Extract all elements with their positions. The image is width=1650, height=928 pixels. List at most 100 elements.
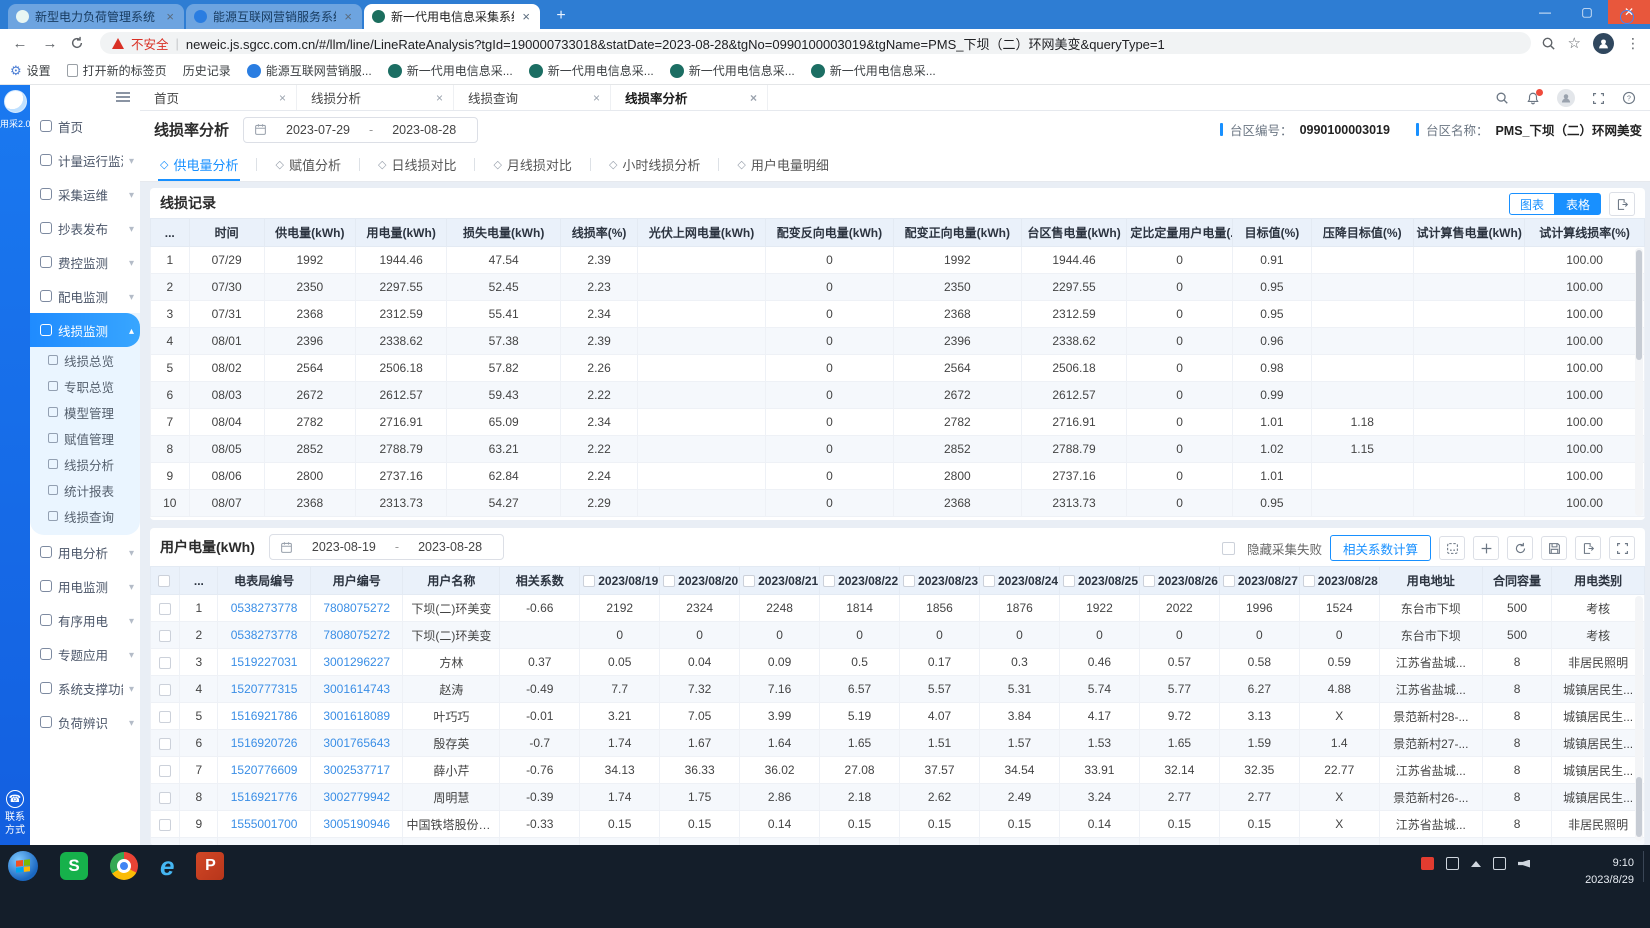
browser-tab-1[interactable]: 新型电力负荷管理系统 × — [8, 4, 184, 29]
fullscreen-icon[interactable] — [1592, 92, 1605, 105]
workspace-tab-home[interactable]: 首页× — [140, 85, 297, 110]
ie-taskbar-icon[interactable]: e — [160, 852, 174, 880]
row-checkbox[interactable] — [159, 630, 171, 642]
row-checkbox[interactable] — [159, 738, 171, 750]
scrollbar-thumb[interactable] — [1636, 777, 1642, 837]
subtab-monthly-loss[interactable]: ◇月线损对比 — [489, 148, 575, 181]
sidebar-item-fee-control[interactable]: 费控监测 — [30, 245, 140, 279]
cell-link[interactable]: 3005190946 — [310, 811, 403, 838]
bookmark-eic-1[interactable]: 新一代用电信息采... — [388, 62, 513, 79]
chrome-taskbar-icon[interactable] — [110, 852, 138, 880]
back-icon[interactable]: ← — [10, 35, 30, 52]
url-field[interactable]: 不安全 | neweic.js.sgcc.com.cn/#/llm/line/L… — [100, 32, 1531, 54]
sidebar-item-loss-query[interactable]: 线损查询 — [30, 503, 140, 529]
search-icon[interactable] — [1495, 91, 1509, 105]
browser-tab-2[interactable]: 能源互联网营销服务系统 × — [186, 4, 362, 29]
bookmark-eic-3[interactable]: 新一代用电信息采... — [670, 62, 795, 79]
workspace-tab-loss-rate[interactable]: 线损率分析× — [611, 85, 768, 110]
bookmark-eic-2[interactable]: 新一代用电信息采... — [529, 62, 654, 79]
date-column-checkbox[interactable] — [663, 575, 675, 587]
sidebar-item-model-mgmt[interactable]: 模型管理 — [30, 399, 140, 425]
contact-block[interactable]: ☎ 联系方式 — [0, 790, 30, 837]
scrollbar[interactable] — [1635, 248, 1643, 516]
column-settings-icon[interactable] — [1439, 536, 1465, 560]
scrollbar-thumb[interactable] — [1636, 250, 1642, 360]
cell-link[interactable]: 3001614743 — [310, 676, 403, 703]
row-checkbox[interactable] — [159, 657, 171, 669]
browser-tab-3[interactable]: 新一代用电信息采集系统 × — [364, 4, 540, 29]
sidebar-item-loss-analysis[interactable]: 线损分析 — [30, 451, 140, 477]
insecure-label[interactable]: 不安全 — [131, 34, 169, 53]
bookmark-settings[interactable]: ⚙设置 — [10, 62, 51, 79]
zoom-icon[interactable] — [1541, 36, 1556, 51]
end-date-value[interactable]: 2023-08-28 — [407, 540, 493, 554]
notifications-bell-icon[interactable] — [1526, 91, 1540, 106]
taskbar-clock[interactable]: 9:10 2023/8/29 — [1585, 855, 1634, 888]
sidebar-item-loss-overview[interactable]: 线损总览 — [30, 347, 140, 373]
date-column-checkbox[interactable] — [1063, 575, 1075, 587]
add-icon[interactable] — [1473, 536, 1499, 560]
export-icon[interactable] — [1609, 192, 1635, 216]
wps-taskbar-icon[interactable]: S — [60, 852, 88, 880]
url-text[interactable]: neweic.js.sgcc.com.cn/#/llm/line/LineRat… — [186, 34, 1165, 53]
sidebar-item-orderly-usage[interactable]: 有序用电 — [30, 603, 140, 637]
collapse-sidebar-icon[interactable] — [116, 92, 130, 102]
date-column-checkbox[interactable] — [1223, 575, 1235, 587]
tab-close-icon[interactable]: × — [342, 9, 354, 24]
loss-date-range-picker[interactable]: 2023-07-29 - 2023-08-28 — [243, 117, 478, 143]
sidebar-item-meter-reading[interactable]: 抄表发布 — [30, 211, 140, 245]
refresh-icon[interactable] — [70, 36, 90, 50]
sidebar-item-value-mgmt[interactable]: 赋值管理 — [30, 425, 140, 451]
bookmark-eic-4[interactable]: 新一代用电信息采... — [811, 62, 936, 79]
powerpoint-taskbar-icon[interactable]: P — [196, 852, 224, 880]
new-tab-button[interactable]: + — [548, 5, 574, 27]
sidebar-item-usage-monitor[interactable]: 用电监测 — [30, 569, 140, 603]
help-icon[interactable]: ? — [1622, 91, 1636, 105]
correlation-calc-button[interactable]: 相关系数计算 — [1330, 535, 1431, 561]
tab-close-icon[interactable]: × — [750, 91, 757, 105]
tab-close-icon[interactable]: × — [279, 91, 286, 105]
cell-link[interactable]: 7808075272 — [310, 622, 403, 649]
bookmark-newtab[interactable]: 打开新的标签页 — [67, 62, 167, 79]
ime-indicator-icon[interactable] — [1493, 857, 1506, 870]
date-column-checkbox[interactable] — [823, 575, 835, 587]
select-all-checkbox[interactable] — [158, 575, 170, 587]
row-checkbox[interactable] — [159, 711, 171, 723]
sidebar-item-special-apps[interactable]: 专题应用 — [30, 637, 140, 671]
cell-link[interactable]: 0538273778 — [218, 595, 311, 622]
sidebar-item-system-support[interactable]: 系统支撑功能 — [30, 671, 140, 705]
tab-close-icon[interactable]: × — [164, 9, 176, 24]
refresh-icon[interactable] — [1507, 536, 1533, 560]
date-column-checkbox[interactable] — [1143, 575, 1155, 587]
cell-link[interactable]: 0538273778 — [218, 622, 311, 649]
row-checkbox[interactable] — [159, 819, 171, 831]
cell-link[interactable]: 3001296227 — [310, 649, 403, 676]
windows-start-button[interactable] — [8, 851, 38, 881]
export-icon[interactable] — [1575, 536, 1601, 560]
tab-close-icon[interactable]: × — [593, 91, 600, 105]
start-date-value[interactable]: 2023-08-19 — [301, 540, 387, 554]
cell-link[interactable]: 1516921786 — [218, 703, 311, 730]
browser-menu-icon[interactable]: ⋮ — [1626, 35, 1640, 52]
tab-close-icon[interactable]: × — [520, 9, 532, 24]
profile-avatar-icon[interactable] — [1593, 33, 1614, 54]
sidebar-item-collection-ops[interactable]: 采集运维 — [30, 177, 140, 211]
cell-link[interactable]: 1520777315 — [218, 676, 311, 703]
tray-app-icon[interactable] — [1421, 857, 1434, 870]
subtab-hourly-loss[interactable]: ◇小时线损分析 — [605, 148, 704, 181]
sidebar-item-distribution[interactable]: 配电监测 — [30, 279, 140, 313]
cell-link[interactable]: 3002779942 — [310, 784, 403, 811]
date-column-checkbox[interactable] — [583, 575, 595, 587]
fullscreen-icon[interactable] — [1609, 536, 1635, 560]
subtab-user-detail[interactable]: ◇用户电量明细 — [733, 148, 832, 181]
cell-link[interactable]: 1516920726 — [218, 730, 311, 757]
tray-expand-icon[interactable] — [1471, 861, 1481, 867]
bookmark-marketing[interactable]: 能源互联网营销服... — [247, 62, 372, 79]
start-date-value[interactable]: 2023-07-29 — [275, 123, 361, 137]
cell-link[interactable]: 3001765643 — [310, 730, 403, 757]
end-date-value[interactable]: 2023-08-28 — [381, 123, 467, 137]
hide-failed-checkbox[interactable] — [1222, 542, 1235, 555]
row-checkbox[interactable] — [159, 792, 171, 804]
bookmark-star-icon[interactable]: ☆ — [1568, 34, 1581, 52]
cell-link[interactable]: 1555001700 — [218, 811, 311, 838]
